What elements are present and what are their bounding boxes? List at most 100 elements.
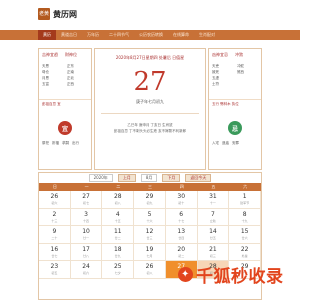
lunar-day: 七夕 <box>114 271 121 275</box>
calendar-day[interactable]: 18 廿九 <box>102 243 135 261</box>
calendar-day[interactable]: 22 处暑 <box>229 243 261 261</box>
calendar-day[interactable]: 8 十九 <box>229 208 261 226</box>
calendar-day[interactable]: 5 十六 <box>134 208 166 226</box>
nav-item[interactable]: 公历农历转换 <box>134 30 168 40</box>
list-item: 正南 <box>67 70 74 74</box>
lunar-day: 初二 <box>178 253 185 258</box>
calendar-day[interactable]: 20 初二 <box>165 243 198 261</box>
calendar-day[interactable]: 26 初八 <box>134 261 166 279</box>
calendar-day[interactable]: 1 建军节 <box>229 191 261 209</box>
nav-item[interactable]: 在线算命 <box>168 30 194 40</box>
day-number: 4 <box>115 210 120 218</box>
lunar-day: 廿二 <box>114 236 121 240</box>
day-number: 20 <box>177 245 186 253</box>
inauspicious-list: 天吏 冲蛇 致死 煞西 五虚 土符 <box>209 61 261 99</box>
lunar-day: 廿六 <box>241 236 248 240</box>
lunar-day: 初五 <box>51 271 58 275</box>
lunar-day: 廿三 <box>146 236 153 240</box>
lunar-day: 立秋 <box>209 218 216 223</box>
day-number: 7 <box>211 210 215 218</box>
calendar-day[interactable]: 30 初十 <box>165 191 198 209</box>
calendar-day[interactable]: 13 廿四 <box>165 226 198 244</box>
nav-item[interactable]: 二十四节气 <box>104 30 134 40</box>
lunar-day: 二十 <box>51 236 58 240</box>
lunar-day: 十四 <box>83 218 90 223</box>
calendar-day[interactable]: 25 七夕 <box>102 261 135 279</box>
list-item: 天吏 <box>212 64 219 68</box>
calendar-day[interactable]: 24 初六 <box>70 261 103 279</box>
calendar-day[interactable]: 17 廿八 <box>70 243 103 261</box>
site-logo[interactable]: 老黄历 黄历网 <box>38 8 77 29</box>
calendar-day[interactable]: 19 七月 <box>134 243 166 261</box>
calendar-day[interactable]: 29 初九 <box>134 191 166 209</box>
calendar-day[interactable]: 11 廿二 <box>102 226 135 244</box>
next-month-button[interactable]: 下月 <box>162 174 181 182</box>
list-item: 冲蛇 <box>237 64 244 68</box>
day-number: 14 <box>209 228 217 235</box>
lunar-day: 十七 <box>178 218 185 223</box>
weekday-label: 二 <box>116 184 121 189</box>
top-bar: 老黄历 黄历网 <box>0 0 300 29</box>
lunar-date: 庚子年七月初九 <box>136 99 164 104</box>
weekday-label: 日 <box>52 184 57 189</box>
calendar-day[interactable]: 12 廿三 <box>134 226 166 244</box>
list-item: 祈福 <box>52 141 59 145</box>
day-number: 25 <box>113 263 122 270</box>
day-number: 17 <box>82 245 90 253</box>
nav-item[interactable]: 万年历 <box>82 30 104 40</box>
lunar-day: 处暑 <box>241 253 248 258</box>
list-item: 天恩 <box>42 64 49 68</box>
calendar-day[interactable]: 7 立秋 <box>197 208 230 226</box>
calendar-day[interactable]: 3 十四 <box>70 208 103 226</box>
lunar-day: 十五 <box>114 218 121 223</box>
calendar-day[interactable]: 23 初五 <box>39 261 71 279</box>
calendar-day[interactable]: 9 二十 <box>39 226 71 244</box>
prev-month-button[interactable]: 上月 <box>117 174 136 182</box>
day-number: 12 <box>145 228 154 235</box>
day-number: 5 <box>147 210 152 218</box>
list-item: 正东 <box>67 64 74 68</box>
suitable-list: 祭祀 祈福 求嗣 出行 <box>39 141 91 146</box>
nav-item[interactable]: 生肖配对 <box>194 30 220 40</box>
calendar-day[interactable]: 21 初三 <box>197 243 230 261</box>
date-line: 2020年8月27日星期四 处暑后 日值星 <box>115 55 185 60</box>
divider <box>101 113 199 114</box>
calendar-day[interactable]: 15 廿六 <box>229 226 261 244</box>
calendar-day[interactable]: 27 初七 <box>70 191 103 209</box>
right-section-title: 五行 劈林木 执位 <box>209 99 261 107</box>
list-item: 正西 <box>67 82 74 86</box>
calendar-day[interactable]: 26 初六 <box>39 191 71 209</box>
lunar-day: 七月 <box>146 253 153 258</box>
calendar-day[interactable]: 16 廿七 <box>39 243 71 261</box>
day-number: 1 <box>242 193 247 200</box>
year-select[interactable]: 2020年 <box>88 174 113 182</box>
calendar-day[interactable]: 10 廿一 <box>70 226 103 244</box>
lunar-day: 初七 <box>83 201 90 205</box>
list-item: 出行 <box>72 141 79 145</box>
day-number: 18 <box>113 245 122 253</box>
month-select[interactable]: 8月 <box>140 174 158 182</box>
day-number: 30 <box>177 193 186 200</box>
site-name: 黄历网 <box>53 9 77 19</box>
nav-item[interactable]: 黄道吉日 <box>56 30 82 40</box>
lunar-day: 廿九 <box>114 253 121 258</box>
day-number: 31 <box>209 193 217 200</box>
calendar-day[interactable]: 28 初八 <box>102 191 135 209</box>
avoid-list: 入宅 造庙 安葬 <box>209 141 261 146</box>
calendar-day[interactable]: 14 廿五 <box>197 226 230 244</box>
day-number: 23 <box>50 263 59 270</box>
list-item: 土符 <box>212 82 219 86</box>
calendar-day[interactable]: 4 十五 <box>102 208 135 226</box>
list-item: 五虚 <box>212 76 219 80</box>
weekday-label: 六 <box>243 184 248 189</box>
today-button[interactable]: 返回今天 <box>185 174 212 182</box>
calendar-day[interactable]: 6 十七 <box>165 208 198 226</box>
day-number: 3 <box>84 210 88 218</box>
day-number: 8 <box>242 210 247 218</box>
lunar-day: 初八 <box>114 201 121 205</box>
weekday-header: 日一二三四五六 <box>39 183 261 191</box>
lunar-day: 廿八 <box>83 253 90 258</box>
calendar-day[interactable]: 2 十三 <box>39 208 71 226</box>
calendar-day[interactable]: 31 十一 <box>197 191 230 209</box>
nav-item[interactable]: 黄历 <box>38 30 56 40</box>
